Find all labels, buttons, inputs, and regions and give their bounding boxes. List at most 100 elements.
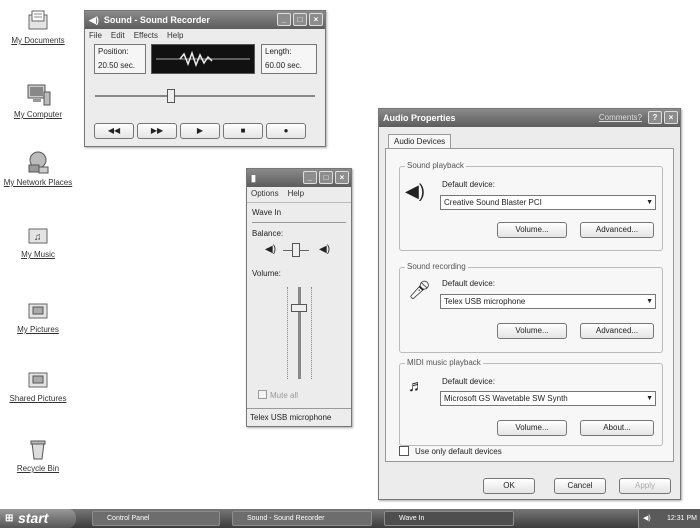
playback-volume-button[interactable]: Volume...: [497, 222, 567, 238]
position-value: 20.50 sec.: [98, 61, 135, 70]
sound-recorder-window: ◀) Sound - Sound Recorder _ □ × File Edi…: [84, 10, 326, 147]
close-button[interactable]: ×: [309, 13, 323, 26]
menu-help[interactable]: Help: [288, 189, 304, 198]
group-title: Sound playback: [405, 161, 466, 170]
seek-start-button[interactable]: ◀◀: [94, 123, 134, 139]
midi-device-select[interactable]: Microsoft GS Wavetable SW Synth ▼: [440, 391, 656, 406]
volume-slider[interactable]: [298, 287, 301, 379]
midi-playback-group: MIDI music playback ♬ Default device: Mi…: [399, 358, 663, 446]
apply-button[interactable]: Apply: [619, 478, 671, 494]
minimize-button[interactable]: _: [303, 171, 317, 184]
desktop-icon-label: My Music: [21, 250, 55, 259]
audio-properties-titlebar[interactable]: Audio Properties Comments? ? ×: [379, 109, 680, 127]
midi-synth-icon: ♬: [408, 378, 424, 395]
recycle-bin-icon: [25, 436, 51, 462]
desktop-icon-my-music[interactable]: ♫ My Music: [2, 222, 74, 259]
recording-device-select[interactable]: Telex USB microphone ▼: [440, 294, 656, 309]
select-value: Telex USB microphone: [444, 297, 526, 306]
maximize-button[interactable]: □: [319, 171, 333, 184]
windows-logo-icon: ⊞: [5, 513, 14, 524]
close-button[interactable]: ×: [664, 111, 678, 124]
desktop-icon-my-documents[interactable]: My Documents: [2, 8, 74, 45]
recording-advanced-button[interactable]: Advanced...: [580, 323, 654, 339]
minimize-button[interactable]: _: [277, 13, 291, 26]
window-title: Audio Properties: [383, 113, 456, 123]
menu-bar: Options Help: [247, 187, 351, 200]
sound-recorder-titlebar[interactable]: ◀) Sound - Sound Recorder _ □ ×: [85, 11, 325, 29]
taskbar-item-sound-recorder[interactable]: Sound - Sound Recorder: [232, 511, 372, 526]
record-button[interactable]: ●: [266, 123, 306, 139]
waveform-display: [151, 44, 255, 74]
tab-audio-devices[interactable]: Audio Devices: [388, 134, 452, 148]
comments-link[interactable]: Comments?: [599, 113, 642, 122]
svg-text:♫: ♫: [34, 232, 42, 243]
taskbar-item-control-panel[interactable]: Control Panel: [92, 511, 220, 526]
menu-options[interactable]: Options: [251, 189, 279, 198]
seek-slider-thumb[interactable]: [167, 89, 175, 103]
desktop-icon-my-pictures[interactable]: My Pictures: [2, 297, 74, 334]
desktop-icon-label: My Documents: [11, 36, 65, 45]
balance-slider-thumb[interactable]: [292, 243, 300, 257]
device-status: Telex USB microphone: [250, 413, 332, 422]
playback-advanced-button[interactable]: Advanced...: [580, 222, 654, 238]
desktop-icon-label: Shared Pictures: [9, 394, 67, 403]
play-button[interactable]: ▶: [180, 123, 220, 139]
seek-slider[interactable]: [95, 89, 315, 103]
mixer-icon: ▮: [251, 172, 256, 183]
task-label: Sound - Sound Recorder: [247, 515, 325, 522]
taskbar: ⊞ start Control Panel Sound - Sound Reco…: [0, 509, 700, 528]
system-tray: ◀) 12:31 PM: [638, 509, 700, 528]
desktop-icon-my-computer[interactable]: My Computer: [2, 82, 74, 119]
group-title: Sound recording: [405, 262, 468, 271]
playback-default-label: Default device:: [442, 180, 495, 189]
desktop-icon-label: My Network Places: [3, 178, 73, 187]
stop-button[interactable]: ■: [223, 123, 263, 139]
volume-label: Volume:: [252, 269, 281, 278]
maximize-button[interactable]: □: [293, 13, 307, 26]
menu-bar: File Edit Effects Help: [85, 29, 325, 42]
mute-all-checkbox[interactable]: [258, 390, 267, 399]
use-only-default-checkbox[interactable]: [399, 446, 409, 456]
chevron-down-icon: ▼: [646, 199, 653, 206]
desktop-icon-shared-pictures[interactable]: Shared Pictures: [2, 366, 74, 403]
balance-label: Balance:: [252, 229, 284, 238]
desktop-icon-label: Recycle Bin: [16, 464, 60, 473]
task-label: Control Panel: [107, 515, 150, 522]
channel-name: Wave In: [252, 208, 282, 217]
wave-in-window: ▮ _ □ × Options Help Wave In Balance: ◀)…: [246, 168, 352, 427]
close-button[interactable]: ×: [335, 171, 349, 184]
volume-slider-thumb[interactable]: [291, 304, 307, 312]
start-button[interactable]: ⊞ start: [0, 509, 76, 528]
audio-properties-window: Audio Properties Comments? ? × Audio Dev…: [378, 108, 681, 500]
length-value: 60.00 sec.: [265, 61, 302, 70]
desktop-icon-my-network-places[interactable]: My Network Places: [2, 150, 74, 187]
desktop-icon-label: My Pictures: [17, 325, 59, 334]
menu-edit[interactable]: Edit: [111, 31, 125, 40]
desktop-icon-recycle-bin[interactable]: Recycle Bin: [2, 436, 74, 473]
menu-effects[interactable]: Effects: [134, 31, 158, 40]
ok-button[interactable]: OK: [483, 478, 535, 494]
speaker-icon: ◀): [89, 14, 99, 25]
speaker-left-icon: ◀): [265, 244, 277, 255]
position-panel: Position: 20.50 sec.: [94, 44, 146, 74]
midi-about-button[interactable]: About...: [580, 420, 654, 436]
volume-tray-icon[interactable]: ◀): [643, 509, 651, 528]
taskbar-item-wave-in[interactable]: Wave In: [384, 511, 514, 526]
cancel-button[interactable]: Cancel: [554, 478, 606, 494]
recording-volume-button[interactable]: Volume...: [497, 323, 567, 339]
playback-device-select[interactable]: Creative Sound Blaster PCI ▼: [440, 195, 656, 210]
group-title: MIDI music playback: [405, 358, 483, 367]
midi-volume-button[interactable]: Volume...: [497, 420, 567, 436]
menu-help[interactable]: Help: [167, 31, 183, 40]
speaker-icon: ◀): [405, 181, 425, 201]
wave-in-titlebar[interactable]: ▮ _ □ ×: [247, 169, 351, 187]
chevron-down-icon: ▼: [646, 395, 653, 402]
help-button[interactable]: ?: [648, 111, 662, 124]
chevron-down-icon: ▼: [646, 298, 653, 305]
speaker-right-icon: ◀): [319, 244, 331, 255]
seek-end-button[interactable]: ▶▶: [137, 123, 177, 139]
clock: 12:31 PM: [667, 515, 697, 522]
length-panel: Length: 60.00 sec.: [261, 44, 317, 74]
menu-file[interactable]: File: [89, 31, 102, 40]
task-label: Wave In: [399, 515, 425, 522]
